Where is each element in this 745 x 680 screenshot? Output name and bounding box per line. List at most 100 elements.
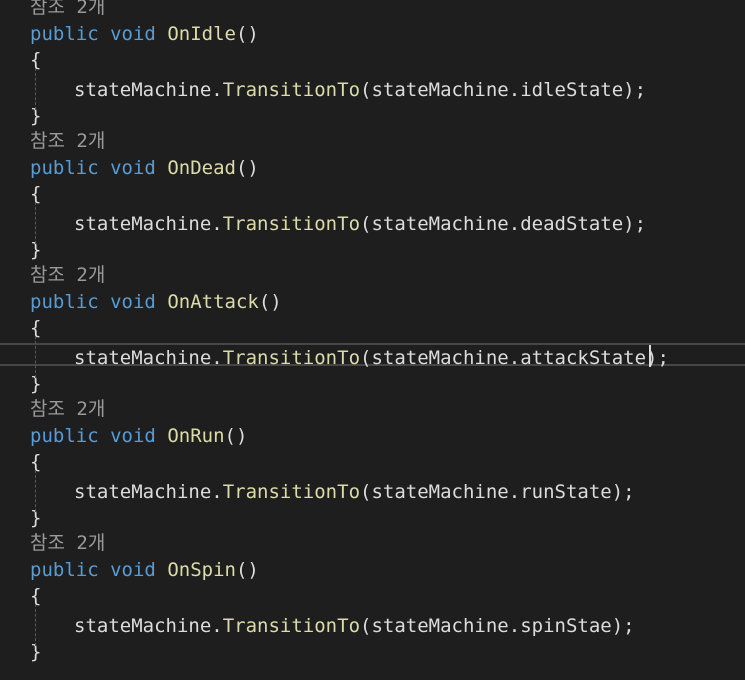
open-paren: ( bbox=[360, 79, 372, 101]
codelens-references-link[interactable]: 참조 2개 bbox=[30, 530, 105, 556]
dot: . bbox=[508, 79, 521, 101]
method-parens: () bbox=[258, 291, 282, 313]
state-machine-ident: stateMachine bbox=[74, 481, 212, 503]
dot: . bbox=[211, 481, 223, 503]
close-brace-line[interactable]: } bbox=[0, 103, 745, 129]
open-brace-line[interactable]: { bbox=[0, 315, 745, 341]
keyword-public: public bbox=[30, 291, 99, 313]
open-paren: ( bbox=[360, 347, 372, 369]
indent-guide bbox=[35, 68, 36, 110]
state-machine-ident: stateMachine bbox=[74, 347, 212, 369]
keyword-void: void bbox=[110, 425, 156, 447]
codelens-line: 참조 2개 bbox=[0, 128, 745, 154]
close-statement: ); bbox=[623, 213, 647, 235]
open-brace-line[interactable]: { bbox=[0, 583, 745, 609]
state-field: deadState bbox=[520, 213, 624, 235]
keyword-public: public bbox=[30, 559, 99, 581]
state-field: runState bbox=[520, 481, 612, 503]
keyword-public: public bbox=[30, 425, 99, 447]
transition-method: TransitionTo bbox=[222, 213, 361, 235]
method-signature: public void OnAttack() bbox=[30, 289, 282, 315]
state-machine-ident: stateMachine bbox=[74, 79, 212, 101]
transition-statement: stateMachine.TransitionTo(stateMachine.a… bbox=[74, 345, 669, 371]
method-name: OnSpin bbox=[167, 559, 236, 581]
dot: . bbox=[508, 347, 521, 369]
codelens-references-link[interactable]: 참조 2개 bbox=[30, 396, 105, 422]
method-parens: () bbox=[235, 559, 259, 581]
open-brace-line[interactable]: { bbox=[0, 181, 745, 207]
open-paren: ( bbox=[360, 213, 372, 235]
method-name: OnDead bbox=[167, 157, 236, 179]
transition-statement: stateMachine.TransitionTo(stateMachine.d… bbox=[74, 211, 646, 237]
state-field: attackState bbox=[520, 347, 647, 369]
method-signature-line[interactable]: public void OnIdle() bbox=[0, 21, 745, 47]
close-statement: ); bbox=[611, 615, 635, 637]
transition-method: TransitionTo bbox=[222, 481, 361, 503]
method-signature: public void OnSpin() bbox=[30, 557, 259, 583]
statement-line[interactable]: stateMachine.TransitionTo(stateMachine.d… bbox=[0, 211, 745, 237]
keyword-void: void bbox=[110, 559, 156, 581]
dot: . bbox=[211, 213, 223, 235]
method-signature: public void OnRun() bbox=[30, 423, 247, 449]
codelens-references-link[interactable]: 참조 2개 bbox=[30, 0, 105, 20]
open-brace-line[interactable]: { bbox=[0, 449, 745, 475]
state-machine-ident: stateMachine bbox=[371, 481, 509, 503]
codelens-references-link[interactable]: 참조 2개 bbox=[30, 262, 105, 288]
codelens-references-link[interactable]: 참조 2개 bbox=[30, 128, 105, 154]
state-machine-ident: stateMachine bbox=[371, 79, 509, 101]
codelens-line: 참조 2개 bbox=[0, 530, 745, 556]
method-signature: public void OnDead() bbox=[30, 155, 259, 181]
close-brace-line[interactable]: } bbox=[0, 639, 745, 665]
statement-line[interactable]: stateMachine.TransitionTo(stateMachine.r… bbox=[0, 479, 745, 505]
open-paren: ( bbox=[360, 481, 372, 503]
method-signature-line[interactable]: public void OnSpin() bbox=[0, 557, 745, 583]
state-field: spinStae bbox=[520, 615, 612, 637]
state-machine-ident: stateMachine bbox=[74, 615, 212, 637]
keyword-void: void bbox=[110, 157, 156, 179]
state-machine-ident: stateMachine bbox=[371, 347, 509, 369]
dot: . bbox=[211, 347, 223, 369]
codelens-line: 참조 2개 bbox=[0, 396, 745, 422]
dot: . bbox=[508, 615, 521, 637]
method-signature: public void OnIdle() bbox=[30, 21, 259, 47]
state-machine-ident: stateMachine bbox=[74, 213, 212, 235]
statement-line[interactable]: stateMachine.TransitionTo(stateMachine.s… bbox=[0, 613, 745, 639]
transition-method: TransitionTo bbox=[222, 79, 361, 101]
open-paren: ( bbox=[360, 615, 372, 637]
method-name: OnRun bbox=[167, 425, 225, 447]
close-brace-line[interactable]: } bbox=[0, 237, 745, 263]
keyword-void: void bbox=[110, 291, 156, 313]
statement-line[interactable]: stateMachine.TransitionTo(stateMachine.i… bbox=[0, 77, 745, 103]
method-name: OnIdle bbox=[167, 23, 236, 45]
method-signature-line[interactable]: public void OnDead() bbox=[0, 155, 745, 181]
indent-guide bbox=[35, 604, 36, 646]
state-machine-ident: stateMachine bbox=[371, 615, 509, 637]
dot: . bbox=[508, 213, 521, 235]
dot: . bbox=[508, 481, 521, 503]
keyword-void: void bbox=[110, 23, 156, 45]
method-name: OnAttack bbox=[167, 291, 259, 313]
method-signature-line[interactable]: public void OnRun() bbox=[0, 423, 745, 449]
close-brace-line[interactable]: } bbox=[0, 505, 745, 531]
method-parens: () bbox=[235, 157, 259, 179]
indent-guide bbox=[35, 202, 36, 244]
close-brace-line[interactable]: } bbox=[0, 371, 745, 397]
close-statement: ); bbox=[623, 79, 647, 101]
state-field: idleState bbox=[520, 79, 624, 101]
close-statement: ); bbox=[646, 347, 669, 369]
method-parens: () bbox=[235, 23, 259, 45]
indent-guide bbox=[35, 470, 36, 512]
keyword-public: public bbox=[30, 157, 99, 179]
codelens-line: 참조 2개 bbox=[0, 262, 745, 288]
indent-guide bbox=[35, 336, 36, 378]
code-editor[interactable]: 참조 2개 public void OnIdle(){stateMachine.T… bbox=[0, 0, 745, 680]
open-brace-line[interactable]: { bbox=[0, 47, 745, 73]
close-statement: ); bbox=[611, 481, 635, 503]
dot: . bbox=[211, 79, 223, 101]
transition-statement: stateMachine.TransitionTo(stateMachine.s… bbox=[74, 613, 635, 639]
transition-statement: stateMachine.TransitionTo(stateMachine.i… bbox=[74, 77, 646, 103]
state-machine-ident: stateMachine bbox=[371, 213, 509, 235]
codelens-line: 참조 2개 bbox=[0, 0, 745, 20]
method-signature-line[interactable]: public void OnAttack() bbox=[0, 289, 745, 315]
statement-line[interactable]: stateMachine.TransitionTo(stateMachine.a… bbox=[0, 345, 745, 371]
